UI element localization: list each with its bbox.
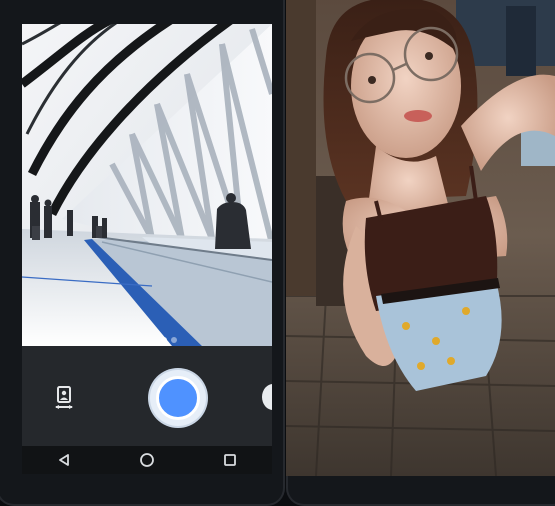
airport-walkway-photo (22, 24, 272, 346)
shutter-icon (156, 376, 200, 420)
selfie-portrait-photo (286, 0, 555, 476)
photo-mode-switch-icon[interactable] (54, 384, 76, 416)
home-circle-icon[interactable] (127, 446, 167, 474)
viewfinder-pager (161, 337, 177, 343)
camera-controls-bar (22, 346, 272, 446)
camera-app-screen (22, 24, 272, 474)
pager-dot-active (161, 337, 167, 343)
switch-camera-icon[interactable] (262, 384, 272, 410)
pager-dot (171, 337, 177, 343)
shutter-button[interactable] (150, 370, 206, 426)
camera-viewfinder[interactable] (22, 24, 272, 346)
recents-square-icon[interactable] (210, 446, 250, 474)
back-triangle-icon[interactable] (44, 446, 84, 474)
android-nav-bar (22, 446, 272, 474)
